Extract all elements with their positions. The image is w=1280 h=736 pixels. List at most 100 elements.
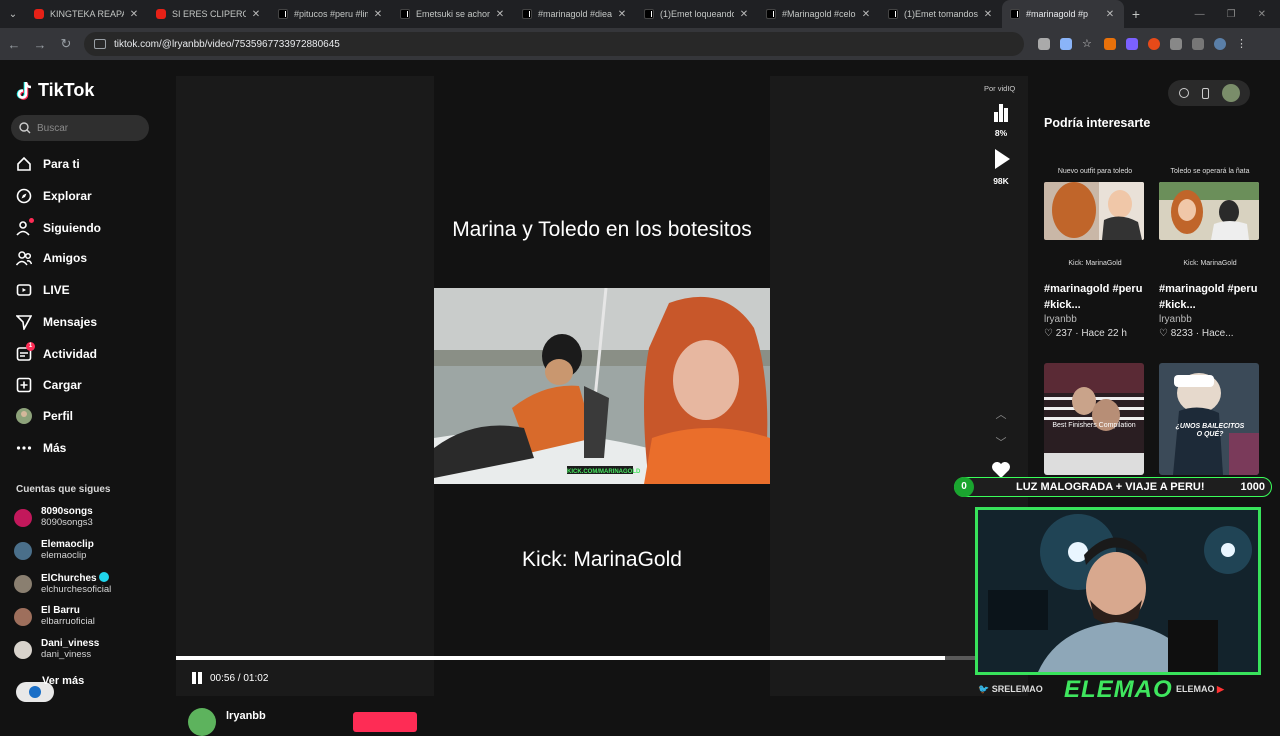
sidebar-item-cargar[interactable]: Cargar bbox=[16, 377, 82, 393]
install-app-icon[interactable] bbox=[1038, 38, 1050, 50]
compass-icon[interactable] bbox=[1178, 88, 1189, 98]
tiktok-logo[interactable]: TikTok bbox=[16, 80, 94, 101]
extension-icon-3[interactable] bbox=[1148, 38, 1160, 50]
maximize-icon[interactable]: ❐ bbox=[1227, 9, 1236, 20]
close-tab-icon[interactable]: ✕ bbox=[494, 9, 506, 20]
avatar bbox=[14, 575, 32, 593]
next-video-icon[interactable]: ﹀ bbox=[994, 434, 1008, 449]
sidebar-item-label: Siguiendo bbox=[43, 221, 101, 235]
following-account[interactable]: Dani_viness dani_viness bbox=[14, 638, 99, 661]
sidebar-item-label: Amigos bbox=[43, 251, 88, 265]
tab-title: #pitucos #peru #lima bbox=[294, 9, 368, 19]
card-source: Kick: MarinaGold bbox=[1183, 260, 1237, 267]
video-player[interactable]: Marina y Toledo en los botesitos KICK.CO… bbox=[434, 76, 770, 696]
sidebar-item-amigos[interactable]: Amigos bbox=[16, 250, 87, 266]
recommend-card[interactable]: Toledo se operará la ñata Kick: MarinaGo… bbox=[1159, 168, 1261, 339]
card-stats: ♡ 8233 · Hace... bbox=[1159, 328, 1234, 339]
sidebar-item-para-ti[interactable]: Para ti bbox=[16, 156, 80, 172]
browser-tab[interactable]: SI ERES CLIPERO 😎 ✕ bbox=[148, 0, 270, 28]
author-avatar[interactable] bbox=[188, 708, 216, 736]
logo-text: TikTok bbox=[38, 80, 95, 100]
extension-icon-2[interactable] bbox=[1126, 38, 1138, 50]
browser-tab[interactable]: #marinagold #p ✕ bbox=[1002, 0, 1124, 28]
browser-tab[interactable]: KINGTEKA REAPAREC ✕ bbox=[26, 0, 148, 28]
sidebar-item-live[interactable]: LIVE bbox=[16, 282, 70, 298]
close-tab-icon[interactable]: ✕ bbox=[860, 9, 872, 20]
compass-icon bbox=[16, 188, 32, 204]
user-avatar[interactable] bbox=[1221, 84, 1240, 102]
following-account[interactable]: 8090songs 8090songs3 bbox=[14, 506, 93, 529]
browser-tab[interactable]: (1)Emet loqueando a ✕ bbox=[636, 0, 758, 28]
sidebar-item-siguiendo[interactable]: Siguiendo bbox=[16, 218, 101, 236]
sidebar-item-perfil[interactable]: Perfil bbox=[16, 408, 73, 424]
close-window-icon[interactable]: ✕ bbox=[1258, 9, 1266, 20]
site-info-icon[interactable] bbox=[94, 39, 106, 49]
bookmark-star-icon[interactable]: ☆ bbox=[1082, 38, 1094, 50]
sidebar-item-mensajes[interactable]: Mensajes bbox=[16, 314, 97, 330]
search-input[interactable]: Buscar bbox=[11, 115, 149, 141]
tiktok-note-icon bbox=[16, 81, 32, 100]
card-author[interactable]: lryanbb bbox=[1044, 314, 1146, 325]
sidebar-item-más[interactable]: Más bbox=[16, 440, 66, 456]
new-tab-button[interactable]: + bbox=[1124, 6, 1148, 22]
friends-icon bbox=[16, 250, 32, 266]
inbox-icon: 1 bbox=[16, 342, 35, 362]
recommend-thumbnail[interactable]: Best Finishers Compilation bbox=[1044, 363, 1144, 475]
close-tab-icon[interactable]: ✕ bbox=[128, 9, 140, 20]
card-description[interactable]: #marinagold #peru #kick... bbox=[1044, 281, 1146, 313]
mobile-icon[interactable] bbox=[1201, 87, 1209, 99]
tiktok-icon bbox=[400, 9, 410, 19]
avatar bbox=[16, 408, 32, 424]
browser-tab[interactable]: #Marinagold #celos ✕ bbox=[758, 0, 880, 28]
home-icon bbox=[16, 156, 32, 172]
card-author[interactable]: lryanbb bbox=[1159, 314, 1261, 325]
back-icon[interactable]: ← bbox=[2, 32, 26, 56]
search-placeholder: Buscar bbox=[37, 122, 69, 134]
minimize-icon[interactable]: — bbox=[1195, 9, 1205, 20]
following-account[interactable]: Elemaoclip elemaoclip bbox=[14, 539, 94, 562]
following-account[interactable]: El Barru elbarruoficial bbox=[14, 605, 95, 628]
twitter-handle: 🐦 SRELEMAO bbox=[978, 684, 1043, 695]
close-tab-icon[interactable]: ✕ bbox=[250, 9, 262, 20]
browser-tab[interactable]: Emetsuki se achora ✕ bbox=[392, 0, 514, 28]
sidebar-item-actividad[interactable]: 1 Actividad bbox=[16, 342, 97, 362]
browser-menu-icon[interactable]: ⋮ bbox=[1236, 38, 1248, 50]
account-handle: elchurchesoficial bbox=[41, 584, 112, 595]
previous-video-icon[interactable]: ︿ bbox=[994, 406, 1008, 421]
close-tab-icon[interactable]: ✕ bbox=[982, 9, 994, 20]
profile-avatar[interactable] bbox=[1214, 38, 1226, 50]
see-more-link[interactable]: Ver más bbox=[42, 675, 84, 687]
close-tab-icon[interactable]: ✕ bbox=[372, 9, 384, 20]
address-bar[interactable]: tiktok.com/@lryanbb/video/75359677339728… bbox=[84, 32, 1024, 56]
sidebar-item-explorar[interactable]: Explorar bbox=[16, 188, 92, 204]
reload-icon[interactable]: ↻ bbox=[54, 32, 78, 56]
vidiq-score: 8% bbox=[994, 128, 1008, 138]
pause-icon[interactable] bbox=[190, 671, 204, 685]
media-control-icon[interactable] bbox=[1192, 38, 1204, 50]
forward-icon[interactable]: → bbox=[28, 32, 52, 56]
browser-tab[interactable]: #marinagold #diealis ✕ bbox=[514, 0, 636, 28]
author-name[interactable]: lryanbb bbox=[226, 710, 266, 722]
thumbnail-caption: ¿UNOS BAILECITOS O QUÉ? bbox=[1175, 423, 1245, 438]
views-button[interactable]: 98K bbox=[984, 148, 1018, 186]
card-description[interactable]: #marinagold #peru #kick... bbox=[1159, 281, 1261, 313]
avatar bbox=[14, 541, 32, 560]
close-tab-icon[interactable]: ✕ bbox=[738, 9, 750, 20]
vidiq-score-button[interactable]: 8% bbox=[984, 102, 1018, 138]
kick-channel-text: Kick: MarinaGold bbox=[522, 548, 682, 571]
card-age: Hace... bbox=[1201, 328, 1234, 339]
follow-button[interactable] bbox=[353, 712, 417, 732]
video-progress-bar[interactable] bbox=[176, 656, 1028, 660]
close-tab-icon[interactable]: ✕ bbox=[616, 9, 628, 20]
following-account[interactable]: ElChurches elchurchesoficial bbox=[14, 572, 111, 596]
recommend-thumbnail[interactable]: ¿UNOS BAILECITOS O QUÉ? bbox=[1159, 363, 1259, 475]
browser-tab[interactable]: (1)Emet tomandosw ✕ bbox=[880, 0, 1002, 28]
close-tab-icon[interactable]: ✕ bbox=[1104, 9, 1116, 20]
tab-search-chevron-icon[interactable]: ⌄ bbox=[0, 0, 26, 28]
extensions-puzzle-icon[interactable] bbox=[1170, 38, 1182, 50]
extension-icon-1[interactable] bbox=[1104, 38, 1116, 50]
thumbnail-image bbox=[1044, 182, 1144, 240]
recommend-card[interactable]: Nuevo outfit para toledo Kick: MarinaGol… bbox=[1044, 168, 1146, 339]
browser-tab[interactable]: #pitucos #peru #lima ✕ bbox=[270, 0, 392, 28]
translate-icon[interactable] bbox=[1060, 38, 1072, 50]
